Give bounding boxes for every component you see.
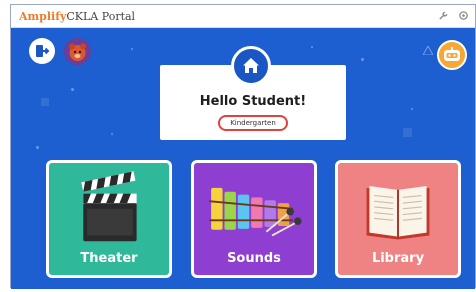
exit-icon xyxy=(36,45,50,57)
bg-star xyxy=(411,108,413,110)
avatar-icon xyxy=(64,38,91,65)
title-bar: AmplifyCKLA Portal xyxy=(11,5,475,28)
home-icon xyxy=(243,58,259,73)
greeting-text: Hello Student! xyxy=(199,94,307,109)
book-icon xyxy=(366,186,430,240)
app-window: AmplifyCKLA Portal Hello Student! Kinder… xyxy=(10,4,476,289)
theater-label: Theater xyxy=(80,251,138,266)
robot-button[interactable] xyxy=(437,40,467,70)
grade-badge[interactable]: Kindergarten xyxy=(218,115,288,131)
bg-star xyxy=(361,58,364,61)
exit-button[interactable] xyxy=(29,38,55,64)
settings-icon[interactable] xyxy=(457,10,469,22)
bg-star xyxy=(36,146,39,149)
bg-star xyxy=(111,133,113,135)
wrench-icon[interactable] xyxy=(437,10,449,22)
avatar-button[interactable] xyxy=(64,38,91,65)
brand-portal: CKLA Portal xyxy=(66,9,136,23)
sounds-tile[interactable]: Sounds xyxy=(191,160,317,278)
robot-icon xyxy=(444,47,460,61)
bg-triangle xyxy=(423,46,433,55)
library-tile[interactable]: Library xyxy=(335,160,461,278)
brand-amplify: Amplify xyxy=(19,9,67,23)
app-title: AmplifyCKLA Portal xyxy=(19,10,135,23)
xylophone-icon xyxy=(209,187,302,237)
library-label: Library xyxy=(371,251,425,266)
sounds-label: Sounds xyxy=(227,251,281,266)
clapperboard-icon xyxy=(81,171,137,242)
home-button[interactable] xyxy=(231,46,271,86)
bg-shape xyxy=(41,98,49,106)
bg-star xyxy=(311,46,313,48)
theater-tile[interactable]: Theater xyxy=(46,160,172,278)
bg-shape xyxy=(403,128,412,137)
bg-star xyxy=(131,48,133,50)
titlebar-icons xyxy=(437,10,469,22)
bg-star xyxy=(71,88,74,91)
main-stage: Hello Student! Kindergarten Theater Soun… xyxy=(11,28,475,289)
